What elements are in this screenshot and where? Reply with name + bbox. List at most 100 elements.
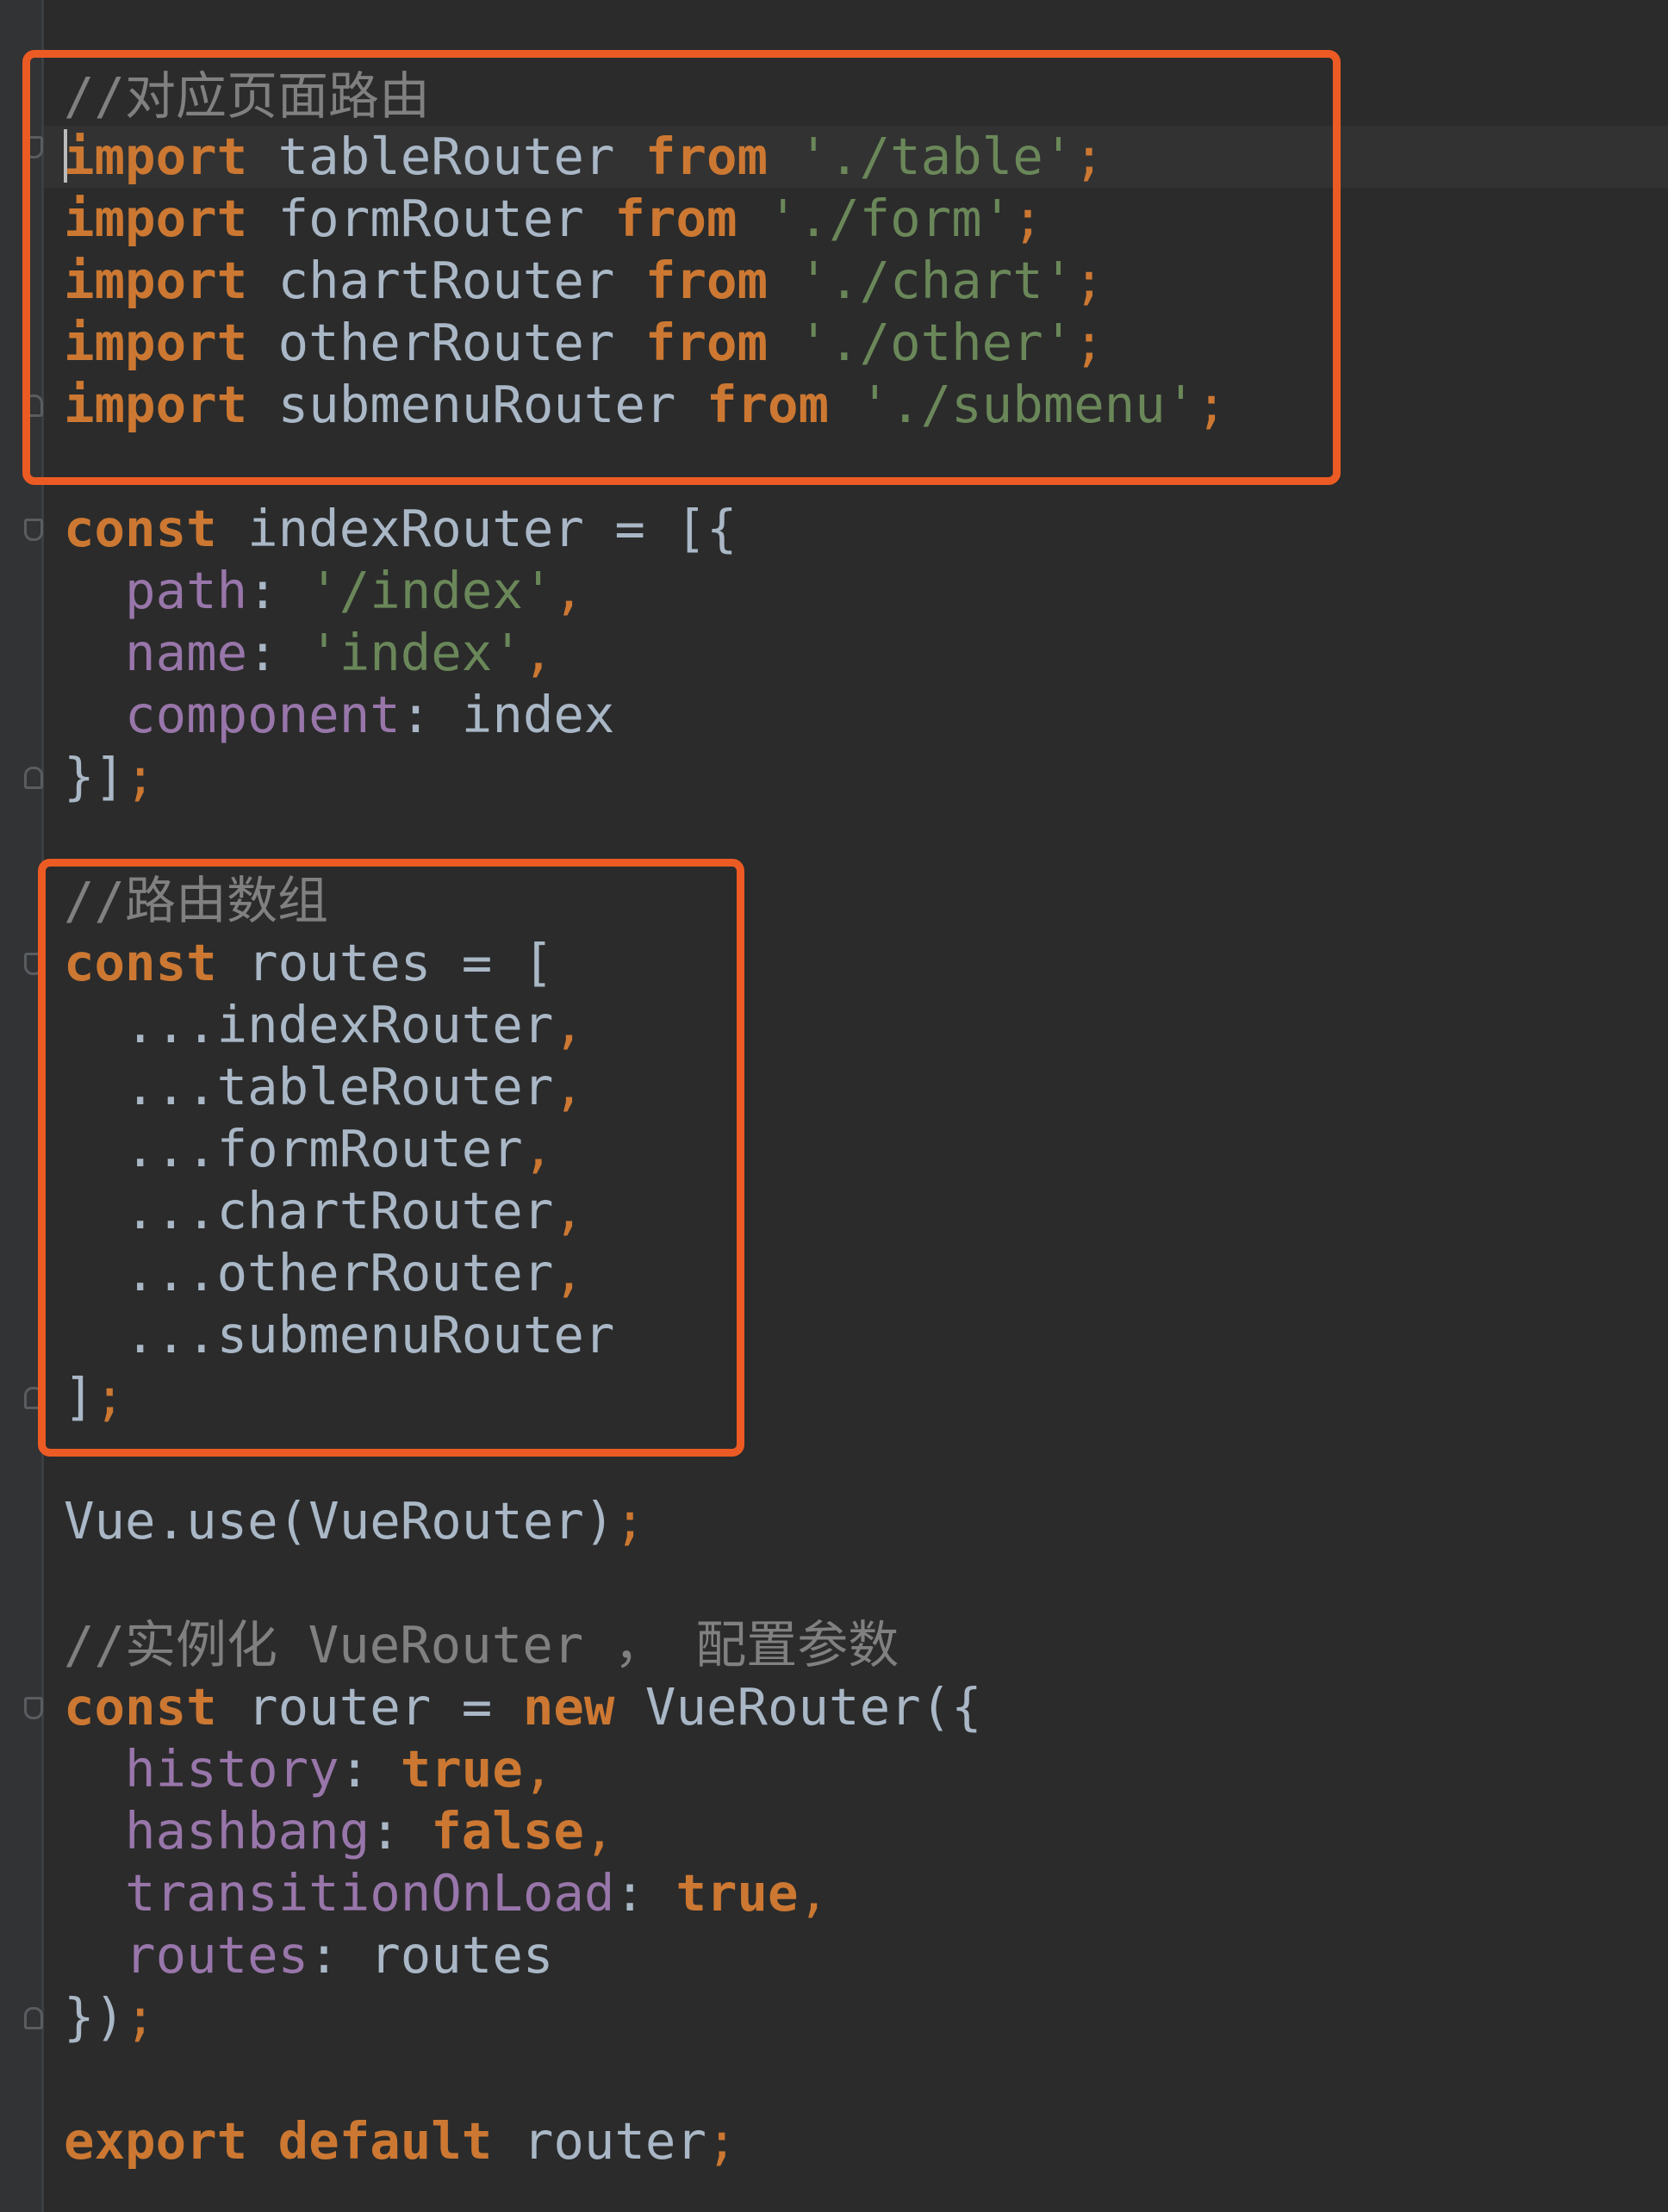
code-text: : routes (308, 1925, 554, 1985)
code-line-spread[interactable]: ...chartRouter, (64, 1180, 584, 1242)
comma: , (553, 1181, 584, 1240)
comma: , (583, 1801, 615, 1861)
semicolon: ; (125, 747, 156, 806)
code-text: Vue.use(VueRouter) (64, 1491, 615, 1550)
code-text: VueRouter({ (614, 1677, 982, 1737)
keyword: import (64, 251, 248, 310)
fold-marker-icon[interactable] (24, 1697, 43, 1719)
code-line-import[interactable]: import formRouter from './form'; (64, 188, 1043, 250)
code-line-call[interactable]: Vue.use(VueRouter); (64, 1490, 645, 1552)
code-line-property[interactable]: routes: routes (64, 1924, 553, 1986)
identifier: otherRouter (247, 313, 645, 372)
code-text: ...indexRouter (64, 995, 554, 1054)
semicolon: ; (1074, 127, 1105, 186)
semicolon: ; (1074, 313, 1105, 372)
semicolon: ; (1196, 375, 1227, 434)
code-text: }) (64, 1987, 126, 2047)
keyword: default (277, 2111, 493, 2171)
keyword: new (522, 1677, 615, 1737)
code-text: router = (216, 1677, 523, 1737)
colon: : (247, 561, 309, 620)
code-line-spread[interactable]: ...tableRouter, (64, 1056, 584, 1118)
keyword: import (64, 375, 248, 434)
code-text: : index (400, 685, 615, 744)
boolean-literal: true (675, 1863, 799, 1923)
code-line-import[interactable]: import otherRouter from './other'; (64, 312, 1105, 374)
keyword: import (64, 127, 248, 186)
code-line-spread[interactable]: ...otherRouter, (64, 1242, 584, 1304)
code-line-property[interactable]: hashbang: false, (64, 1800, 614, 1862)
text-caret (64, 129, 67, 183)
code-line-property[interactable]: name: 'index', (64, 622, 553, 684)
code-line-property[interactable]: transitionOnLoad: true, (64, 1862, 829, 1924)
keyword: export (64, 2111, 248, 2171)
comma: , (522, 1119, 554, 1178)
string-literal: './chart' (798, 251, 1074, 310)
fold-marker-icon[interactable] (24, 519, 43, 541)
property-name: transitionOnLoad (125, 1863, 615, 1923)
semicolon: ; (94, 1367, 126, 1426)
comma: , (553, 1243, 584, 1302)
keyword: from (644, 313, 769, 372)
keyword: from (614, 189, 738, 248)
code-line-spread[interactable]: ...submenuRouter (64, 1304, 614, 1366)
code-line-property[interactable]: component: index (64, 684, 614, 746)
code-line-property[interactable]: history: true, (64, 1738, 553, 1800)
property-name: hashbang (125, 1801, 370, 1861)
colon: : (614, 1863, 676, 1923)
semicolon: ; (706, 2111, 738, 2171)
colon: : (370, 1801, 432, 1861)
code-line-spread[interactable]: ...formRouter, (64, 1118, 553, 1180)
identifier: chartRouter (247, 251, 645, 310)
code-line-comment: //对应页面路由 (64, 66, 431, 126)
comma: , (798, 1863, 830, 1923)
code-line-const[interactable]: const indexRouter = [{ (64, 498, 737, 560)
code-line-import[interactable]: import chartRouter from './chart'; (64, 250, 1105, 312)
identifier: formRouter (247, 189, 615, 248)
code-line-close[interactable]: }]; (64, 746, 156, 808)
fold-marker-icon[interactable] (24, 2007, 43, 2029)
code-line-close[interactable]: }); (64, 1986, 156, 2048)
string-literal: './other' (798, 313, 1074, 372)
boolean-literal: true (400, 1739, 523, 1799)
code-line-spread[interactable]: ...indexRouter, (64, 994, 584, 1056)
comma: , (553, 995, 584, 1054)
code-line-export[interactable]: export default router; (64, 2110, 738, 2172)
keyword: from (644, 127, 769, 186)
comma: , (553, 1057, 584, 1116)
code-line-import[interactable]: import tableRouter from './table'; (64, 126, 1105, 188)
code-text: ...formRouter (64, 1119, 523, 1178)
keyword: const (64, 1677, 217, 1737)
keyword: const (64, 933, 217, 992)
code-text: }] (64, 747, 126, 806)
code-line-property[interactable]: path: '/index', (64, 560, 584, 622)
code-text: routes = [ (216, 933, 554, 992)
code-line-const[interactable]: const router = new VueRouter({ (64, 1676, 982, 1738)
colon: : (339, 1739, 401, 1799)
identifier: submenuRouter (247, 375, 706, 434)
code-line-const[interactable]: const routes = [ (64, 932, 553, 994)
code-line-comment: //路由数组 (64, 871, 329, 930)
code-line-import[interactable]: import submenuRouter from './submenu'; (64, 374, 1227, 436)
string-literal: '/index' (308, 561, 554, 620)
semicolon: ; (1074, 251, 1105, 310)
code-text: ] (64, 1367, 95, 1426)
code-line-close[interactable]: ]; (64, 1366, 125, 1428)
code-line-comment: //实例化 VueRouter ， 配置参数 (64, 1615, 899, 1675)
code-editor[interactable]: //对应页面路由 import tableRouter from './tabl… (0, 0, 1668, 2212)
fold-marker-icon[interactable] (24, 767, 43, 789)
identifier: tableRouter (247, 127, 645, 186)
string-literal: './form' (768, 189, 1013, 248)
semicolon: ; (125, 1987, 156, 2047)
colon: : (247, 623, 309, 682)
comma: , (522, 623, 554, 682)
